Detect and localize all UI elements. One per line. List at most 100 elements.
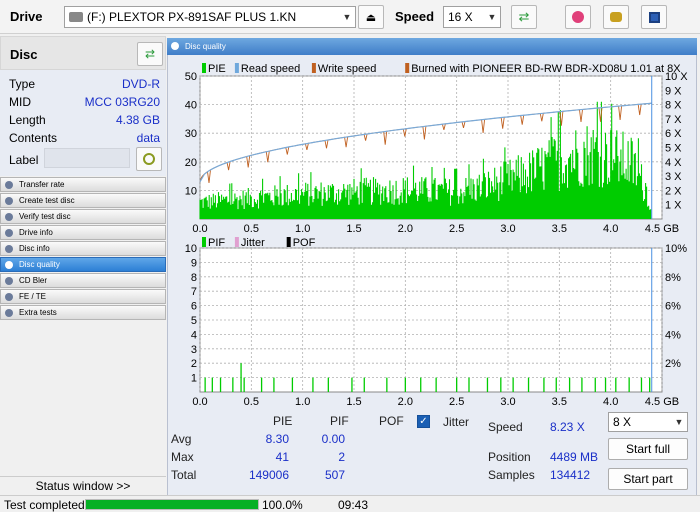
y-tick-label: 4 <box>191 329 197 341</box>
start-full-button[interactable]: Start full <box>608 438 688 460</box>
pif-chart: 0.0 0.5 1.0 1.5 2.0 2.5 3.0 3.5 4.0 4.5 GB 1 2 3 4 5 6 7… <box>185 237 687 408</box>
x-tick-label: 3.5 <box>552 396 567 408</box>
status-window-button[interactable]: Status window >> <box>0 476 166 495</box>
legend-label: Read speed <box>241 63 300 75</box>
save-button[interactable] <box>641 5 667 29</box>
y2-tick-label: 1 X <box>665 200 682 212</box>
y-tick-label: 50 <box>185 71 197 83</box>
erase-button[interactable] <box>565 5 591 29</box>
nav-item-icon <box>5 293 13 301</box>
y-tick-label: 10 <box>185 243 197 255</box>
eject-icon: ⏏ <box>365 11 377 24</box>
chevron-down-icon: ▼ <box>674 417 684 427</box>
nav-item-label: FE / TE <box>19 292 46 301</box>
total-pif: 507 <box>324 468 345 482</box>
total-pie: 149006 <box>248 468 289 482</box>
max-pie: 41 <box>275 450 289 464</box>
legend-label: Burned with PIONEER BD-RW BDR-XD08U 1.01… <box>411 63 681 75</box>
copy-button[interactable] <box>603 5 629 29</box>
disc-label-button[interactable] <box>136 147 162 171</box>
refresh-icon: ⇄ <box>144 47 156 61</box>
col-pof-header: POF <box>379 414 404 428</box>
drive-select-value: (F:) PLEXTOR PX-891SAF PLUS 1.KN <box>87 10 297 24</box>
legend-swatch <box>405 63 410 73</box>
y2-tick-label: 10% <box>665 243 687 255</box>
x-tick-label: 2.5 <box>449 396 464 408</box>
refresh-speed-button[interactable]: ⇄ <box>511 5 537 29</box>
pie-chart: 0.0 0.5 1.0 1.5 2.0 2.5 3.0 3.5 4.0 4.5 GB1020304… <box>185 63 688 235</box>
speed-select-value: 16 X <box>448 10 473 24</box>
panel-title: Disc quality <box>167 38 697 55</box>
nav-item-label: Transfer rate <box>19 180 65 189</box>
col-pif-header: PIF <box>330 414 349 428</box>
nav-item-icon <box>5 309 13 317</box>
nav-item-icon <box>5 277 13 285</box>
y2-tick-label: 6 X <box>665 128 682 140</box>
nav-item-icon <box>5 213 13 221</box>
disc-contents-value: data <box>136 131 160 145</box>
drive-select[interactable]: (F:) PLEXTOR PX-891SAF PLUS 1.KN ▼ <box>64 6 356 28</box>
nav-item[interactable]: Extra tests <box>0 305 166 320</box>
nav-item[interactable]: Create test disc <box>0 193 166 208</box>
eject-button[interactable]: ⏏ <box>358 5 384 29</box>
y-tick-label: 30 <box>185 128 197 140</box>
disc-info: Type DVD-R MID MCC 03RG20 Length 4.38 GB… <box>0 70 166 176</box>
disc-label-key: Label <box>9 153 39 167</box>
disc-mid-value: MCC 03RG20 <box>84 95 160 109</box>
legend-label: PIF <box>208 237 225 249</box>
y2-tick-label: 4% <box>665 329 681 341</box>
y-tick-label: 8 <box>191 272 197 284</box>
nav-item[interactable]: Disc quality <box>0 257 166 272</box>
samples-label: Samples <box>488 468 535 482</box>
speed-select[interactable]: 16 X ▼ <box>443 6 501 28</box>
disc-header-title: Disc <box>10 47 38 62</box>
nav-item[interactable]: Disc info <box>0 241 166 256</box>
y-tick-label: 40 <box>185 100 197 112</box>
drive-label: Drive <box>10 9 43 24</box>
nav-item-label: Disc info <box>19 244 50 253</box>
y-tick-label: 5 <box>191 315 197 327</box>
avg-label: Avg <box>171 432 192 446</box>
nav-item[interactable]: Transfer rate <box>0 177 166 192</box>
nav-item-icon <box>5 197 13 205</box>
y2-tick-label: 3 X <box>665 171 682 183</box>
disc-refresh-button[interactable]: ⇄ <box>137 42 163 66</box>
x-tick-label: 4.0 <box>603 396 618 408</box>
eraser-icon <box>572 11 584 23</box>
legend-swatch <box>202 237 206 247</box>
legend-label: POF <box>293 237 316 249</box>
refresh-icon: ⇄ <box>518 9 530 24</box>
nav-item-label: CD Bler <box>19 276 48 285</box>
test-speed-select[interactable]: 8 X ▼ <box>608 412 688 432</box>
y2-tick-label: 2% <box>665 358 681 370</box>
jitter-checkbox[interactable]: ✓ <box>417 415 430 428</box>
y2-tick-label: 7 X <box>665 114 682 126</box>
nav-item[interactable]: FE / TE <box>0 289 166 304</box>
progress-percent: 100.0% <box>262 498 303 512</box>
legend-swatch <box>234 63 239 73</box>
max-pif: 2 <box>338 450 345 464</box>
samples-value: 134412 <box>550 468 591 482</box>
disc-length-value: 4.38 GB <box>115 113 160 127</box>
y-tick-label: 2 <box>191 358 197 370</box>
disc-mid-key: MID <box>9 95 31 109</box>
y2-tick-label: 8 X <box>665 100 682 112</box>
speed-stat-label: Speed <box>488 420 523 434</box>
nav-item[interactable]: Verify test disc <box>0 209 166 224</box>
disc-length-key: Length <box>9 113 46 127</box>
y2-tick-label: 4 X <box>665 157 682 169</box>
copy-icon <box>610 12 622 22</box>
speed-label: Speed <box>395 9 435 24</box>
disc-label-field[interactable] <box>44 148 130 168</box>
speed-stat-value: 8.23 X <box>550 420 585 434</box>
start-part-button[interactable]: Start part <box>608 468 688 490</box>
nav-item-icon <box>5 261 13 269</box>
legend-swatch <box>286 237 291 247</box>
disc-type-key: Type <box>9 77 36 91</box>
nav-item[interactable]: CD Bler <box>0 273 166 288</box>
max-label: Max <box>171 450 194 464</box>
disc-panel-header: Disc ⇄ <box>0 36 166 70</box>
nav-item[interactable]: Drive info <box>0 225 166 240</box>
legend-swatch <box>202 63 206 73</box>
chevron-down-icon: ▼ <box>487 12 497 22</box>
